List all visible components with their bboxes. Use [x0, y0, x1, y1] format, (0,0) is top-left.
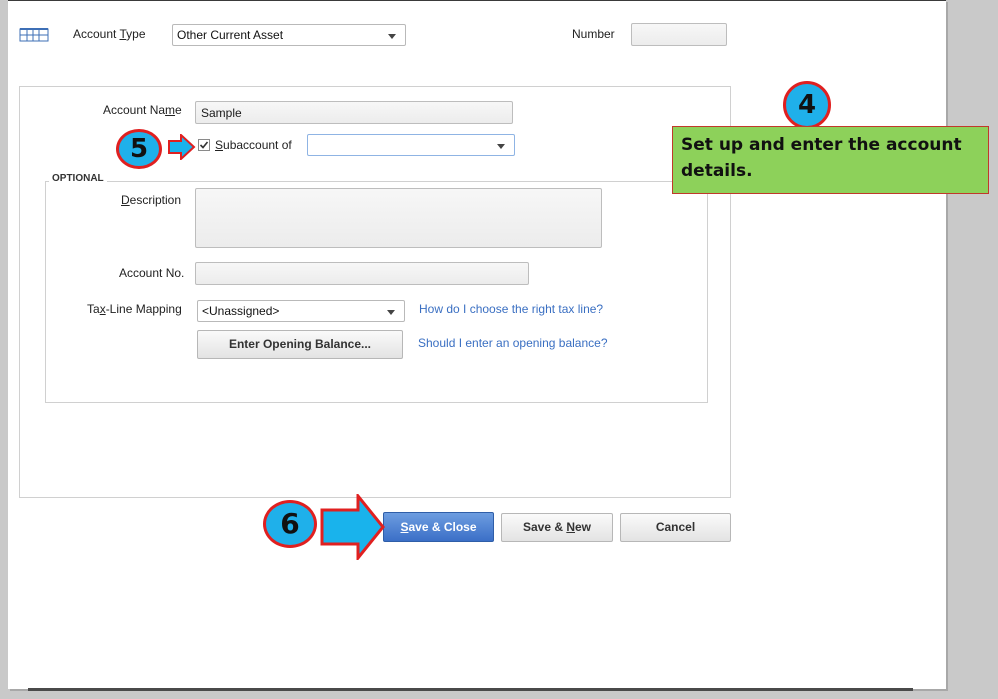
opening-balance-help-link[interactable]: Should I enter an opening balance? [418, 336, 608, 350]
account-name-value: Sample [201, 106, 242, 120]
description-label: Description [121, 193, 182, 207]
step-4-marker: 4 [783, 81, 831, 129]
account-name-field[interactable]: Sample [195, 101, 513, 124]
chevron-down-icon [497, 144, 505, 149]
enter-opening-balance-button[interactable]: Enter Opening Balance... [197, 330, 403, 359]
account-type-value: Other Current Asset [177, 28, 284, 42]
number-field[interactable] [631, 23, 727, 46]
tax-line-mapping-label: Tax-Line Mapping [87, 302, 182, 316]
dialog-shadow [28, 688, 913, 691]
account-no-field[interactable] [195, 262, 529, 285]
right-arrow-icon [320, 491, 386, 563]
optional-section-title: OPTIONAL [49, 173, 107, 184]
account-type-select[interactable]: Other Current Asset [172, 24, 406, 46]
tax-line-select[interactable]: <Unassigned> [197, 300, 405, 322]
chevron-down-icon [388, 34, 396, 39]
subaccount-select[interactable] [307, 134, 515, 156]
account-register-icon [19, 25, 49, 46]
right-arrow-icon [168, 132, 196, 163]
account-no-label: Account No. [119, 266, 185, 280]
cancel-button[interactable]: Cancel [620, 513, 731, 542]
account-name-label: Account Name [103, 103, 182, 117]
save-close-button[interactable]: Save & Close [383, 512, 494, 542]
step-4-callout: Set up and enter the account details. [672, 126, 989, 194]
tax-line-help-link[interactable]: How do I choose the right tax line? [419, 302, 603, 316]
step-5-marker: 5 [116, 129, 162, 169]
checkmark-icon [199, 141, 209, 149]
subaccount-label[interactable]: Subaccount of [215, 138, 292, 152]
number-label: Number [572, 27, 615, 41]
subaccount-checkbox[interactable] [198, 139, 210, 151]
chevron-down-icon [387, 310, 395, 315]
tax-line-value: <Unassigned> [202, 304, 280, 318]
step-6-marker: 6 [263, 500, 317, 548]
save-new-button[interactable]: Save & New [501, 513, 613, 542]
account-type-label: Account Type [73, 27, 146, 41]
description-field[interactable] [195, 188, 602, 248]
